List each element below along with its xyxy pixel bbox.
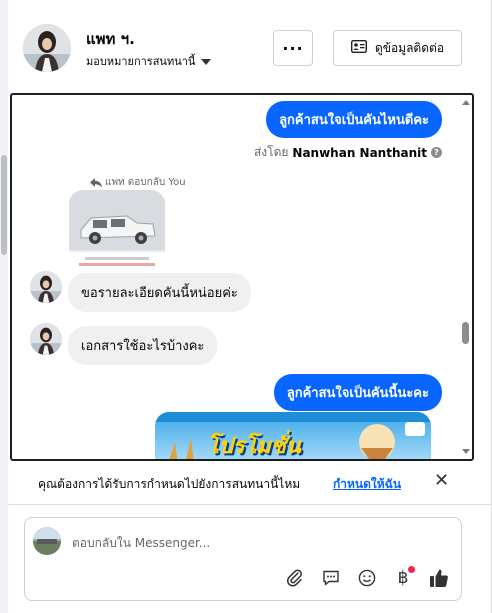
reply-indicator-label: แพท ตอบกลับ You: [105, 177, 186, 188]
contact-card-icon: [350, 39, 367, 56]
emoji-icon[interactable]: [355, 566, 379, 590]
sent-by-prefix: ส่งโดย: [253, 145, 289, 159]
sent-by-line: ส่งโดย Nanwhan Nanthanit ?: [254, 143, 442, 162]
reply-composer[interactable]: ตอบกลับใน Messenger... ฿: [24, 517, 462, 601]
like-icon[interactable]: [427, 566, 451, 590]
reply-input[interactable]: ตอบกลับใน Messenger...: [72, 534, 210, 553]
page-scrollbar[interactable]: [0, 0, 8, 613]
more-icon: ···: [282, 38, 304, 58]
contact-name: แพท ฯ.: [86, 30, 135, 48]
scroll-up-arrow-icon[interactable]: [462, 100, 470, 105]
page-avatar: [33, 527, 61, 555]
sender-avatar[interactable]: [30, 271, 62, 303]
contact-avatar[interactable]: [23, 24, 71, 72]
scroll-down-arrow-icon[interactable]: [462, 449, 470, 454]
incoming-message: เอกสารใช้อะไรบ้างคะ: [68, 326, 218, 365]
page-scrollbar-thumb[interactable]: [1, 155, 7, 255]
caret-down-icon: [201, 58, 212, 65]
assign-conversation-label: มอบหมายการสนทนานี้: [86, 55, 196, 68]
thread-scrollbar-thumb[interactable]: [462, 322, 469, 344]
outgoing-message: ลูกค้าสนใจเป็นคันไหนดีคะ: [266, 101, 442, 138]
payment-currency-glyph: ฿: [397, 568, 409, 588]
reply-indicator: แพท ตอบกลับ You: [90, 175, 186, 190]
more-options-button[interactable]: ···: [273, 30, 313, 66]
assign-conversation-dropdown[interactable]: มอบหมายการสนทนานี้: [86, 52, 212, 70]
assign-to-me-link[interactable]: กำหนดให้ฉัน: [333, 475, 401, 494]
outgoing-message: ลูกค้าสนใจเป็นคันนี้นะคะ: [273, 374, 442, 411]
view-contact-info-button[interactable]: ดูข้อมูลติดต่อ: [333, 30, 462, 66]
notification-dot: [408, 566, 415, 573]
incoming-message: ขอรายละเอียดคันนี้หน่อยค่ะ: [68, 273, 251, 312]
conversation-header: แพท ฯ. มอบหมายการสนทนานี้ ··· ดูข้อมูลติ…: [8, 0, 491, 92]
assign-notice: คุณต้องการได้รับการกำหนดไปยังการสนทนานี้…: [10, 466, 474, 500]
messenger-conversation-panel: แพท ฯ. มอบหมายการสนทนานี้ ··· ดูข้อมูลติ…: [0, 0, 492, 613]
attach-icon[interactable]: [283, 566, 307, 590]
promotion-title: โปรโมชั่น: [207, 434, 301, 459]
saved-replies-icon[interactable]: [319, 566, 343, 590]
reply-arrow-icon: [90, 177, 102, 187]
payment-icon[interactable]: ฿: [391, 566, 415, 590]
close-icon[interactable]: ✕: [434, 472, 449, 490]
sender-avatar[interactable]: [30, 323, 62, 355]
view-contact-info-label: ดูข้อมูลติดต่อ: [374, 40, 445, 55]
sender-name: Nanwhan Nanthanit: [292, 145, 427, 160]
divider: [8, 504, 491, 505]
info-icon[interactable]: ?: [431, 147, 442, 158]
thread-scrollbar[interactable]: [460, 95, 472, 459]
promotion-image[interactable]: โปรโมชั่น: [155, 412, 431, 459]
message-thread[interactable]: ลูกค้าสนใจเป็นคันไหนดีคะ ส่งโดย Nanwhan …: [10, 93, 474, 461]
assign-notice-question: คุณต้องการได้รับการกำหนดไปยังการสนทนานี้…: [38, 477, 301, 491]
replied-car-image[interactable]: [69, 190, 165, 275]
